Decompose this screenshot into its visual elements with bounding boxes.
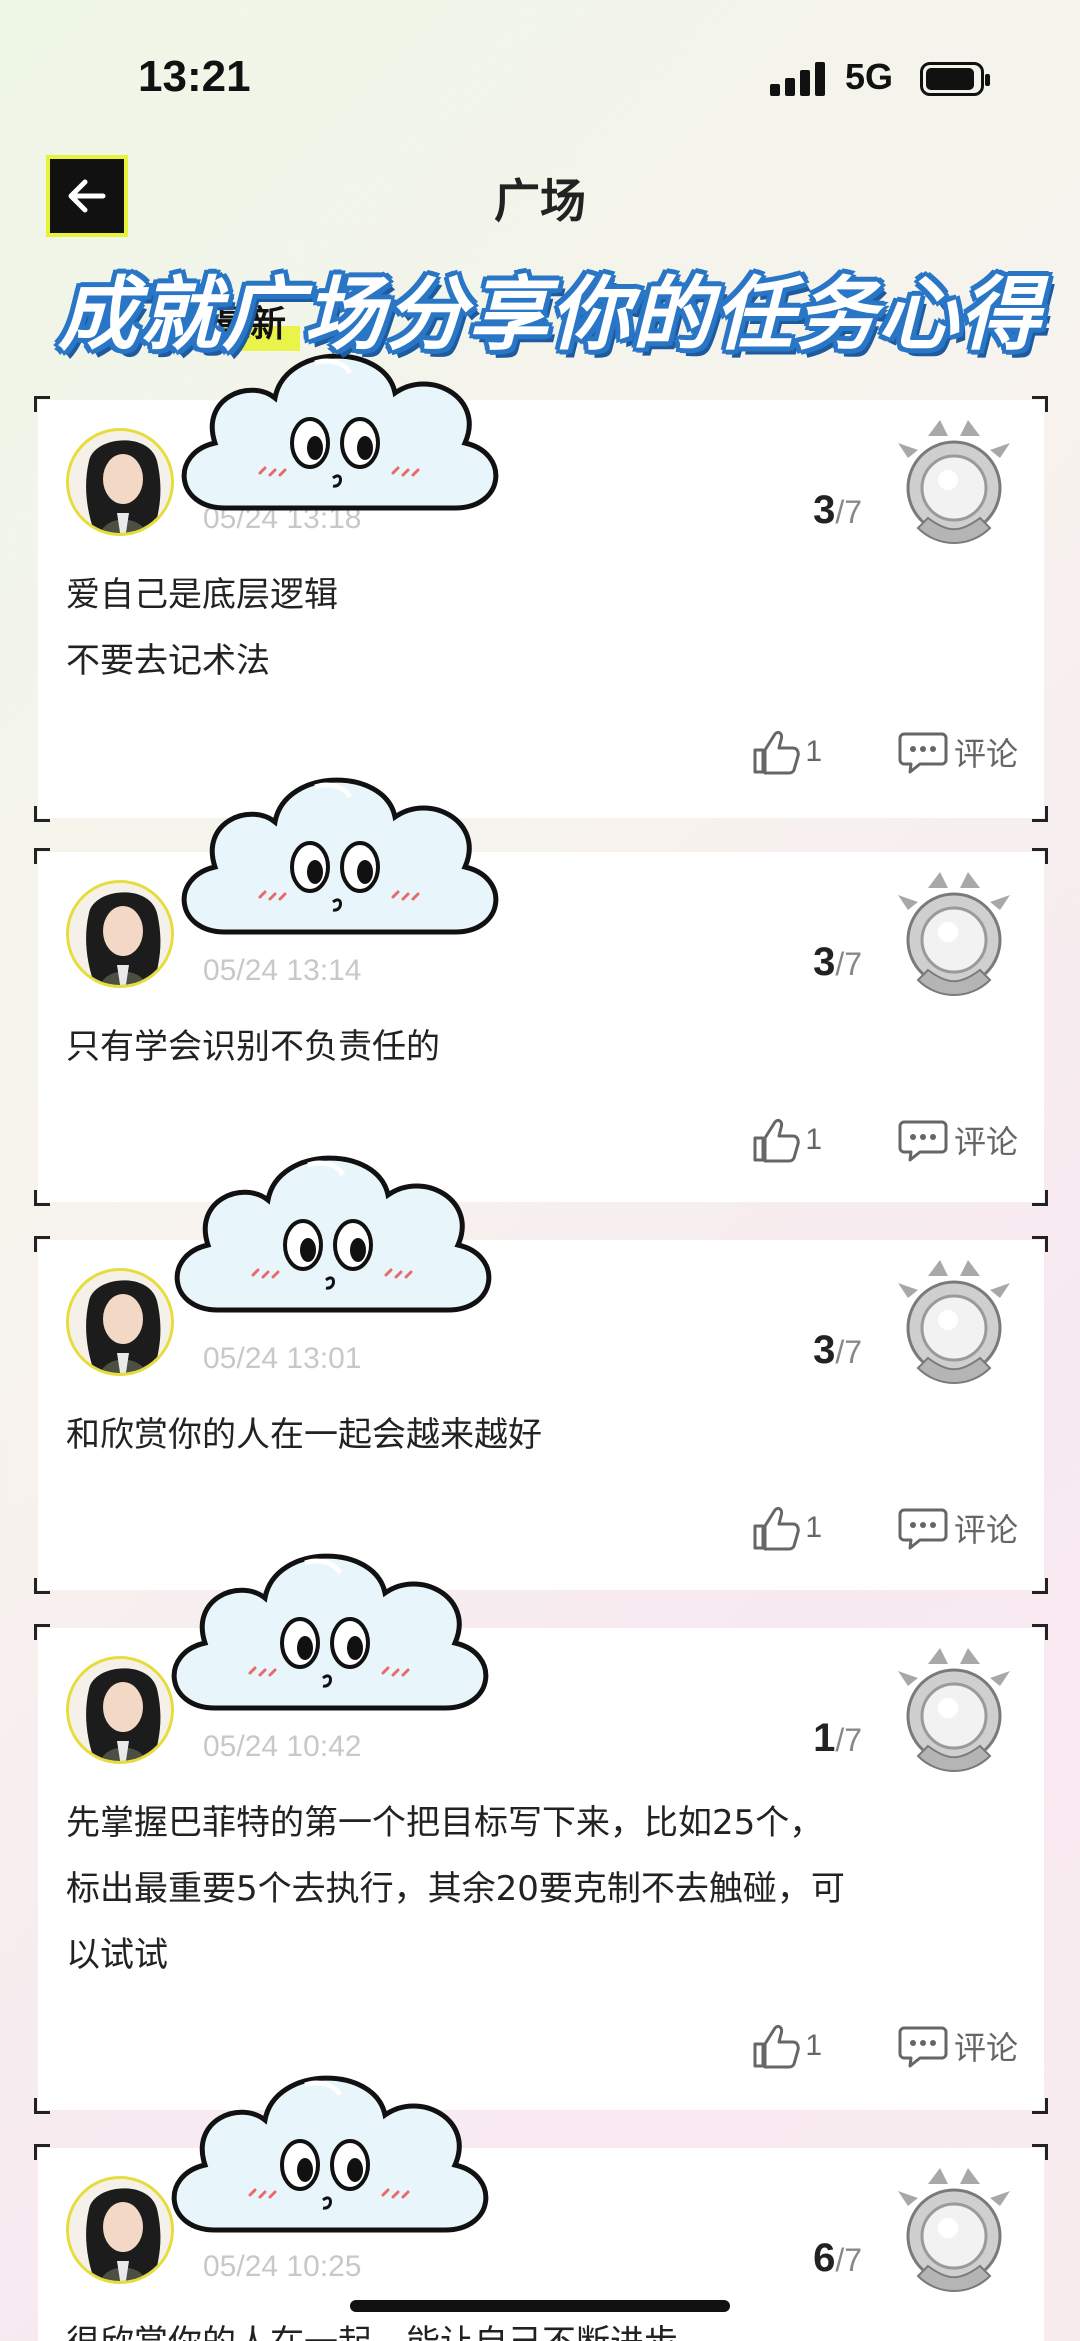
comment-icon bbox=[898, 2026, 948, 2068]
comment-button[interactable]: 评论 bbox=[898, 726, 1018, 778]
task-progress: 6/7 bbox=[813, 2236, 862, 2280]
cloud-sticker bbox=[155, 1538, 505, 1748]
thumbs-up-icon bbox=[753, 730, 801, 775]
comment-icon bbox=[898, 732, 948, 774]
like-button[interactable]: 1 bbox=[749, 1502, 822, 1554]
status-time: 13:21 bbox=[138, 52, 251, 101]
comment-button[interactable]: 评论 bbox=[898, 1114, 1018, 1166]
medal-icon bbox=[896, 1646, 1012, 1773]
banner-title: 成就广场分享你的任务心得 bbox=[58, 268, 1042, 361]
status-bar: 13:21 5G bbox=[0, 0, 1080, 150]
like-count: 1 bbox=[805, 2029, 822, 2062]
task-progress: 1/7 bbox=[813, 1716, 862, 1760]
post-content: 爱自己是底层逻辑 不要去记术法 bbox=[66, 575, 338, 681]
avatar[interactable] bbox=[66, 428, 174, 536]
medal-icon bbox=[896, 1258, 1012, 1385]
medal-icon bbox=[896, 2166, 1012, 2293]
like-count: 1 bbox=[805, 1511, 822, 1544]
medal-icon bbox=[896, 870, 1012, 997]
comment-button[interactable]: 评论 bbox=[898, 1502, 1018, 1554]
like-button[interactable]: 1 bbox=[749, 726, 822, 778]
network-type: 5G bbox=[845, 56, 894, 97]
avatar[interactable] bbox=[66, 880, 174, 988]
comment-icon bbox=[898, 1120, 948, 1162]
task-progress: 3/7 bbox=[813, 1328, 862, 1372]
post-content: 只有学会识别不负责任的 bbox=[66, 1027, 440, 1067]
comment-icon bbox=[898, 1508, 948, 1550]
signal-icon bbox=[770, 62, 826, 96]
page-title: 广场 bbox=[494, 174, 586, 228]
like-button[interactable]: 1 bbox=[749, 2020, 822, 2072]
cloud-sticker bbox=[158, 1140, 508, 1350]
comment-label: 评论 bbox=[953, 1511, 1018, 1549]
comment-button[interactable]: 评论 bbox=[898, 2020, 1018, 2072]
comment-label: 评论 bbox=[953, 735, 1018, 773]
cloud-sticker bbox=[165, 762, 515, 972]
task-progress: 3/7 bbox=[813, 940, 862, 984]
battery-icon bbox=[920, 62, 990, 96]
thumbs-up-icon bbox=[753, 1118, 801, 1163]
like-button[interactable]: 1 bbox=[749, 1114, 822, 1166]
comment-label: 评论 bbox=[953, 1123, 1018, 1161]
thumbs-up-icon bbox=[753, 2024, 801, 2069]
post-content: 先掌握巴菲特的第一个把目标写下来，比如25个， 标出最重要5个去执行，其余20要克… bbox=[66, 1803, 845, 1975]
comment-label: 评论 bbox=[953, 2029, 1018, 2067]
like-count: 1 bbox=[805, 735, 822, 768]
post-content: 很欣赏你的人在一起，能让自己不断进步 bbox=[66, 2310, 1016, 2341]
home-indicator bbox=[350, 2300, 730, 2312]
thumbs-up-icon bbox=[753, 1506, 801, 1551]
task-progress: 3/7 bbox=[813, 488, 862, 532]
like-count: 1 bbox=[805, 1123, 822, 1156]
post-content: 和欣赏你的人在一起会越来越好 bbox=[66, 1415, 542, 1455]
cloud-sticker bbox=[155, 2060, 505, 2270]
medal-icon bbox=[896, 418, 1012, 545]
cloud-sticker bbox=[165, 338, 515, 548]
